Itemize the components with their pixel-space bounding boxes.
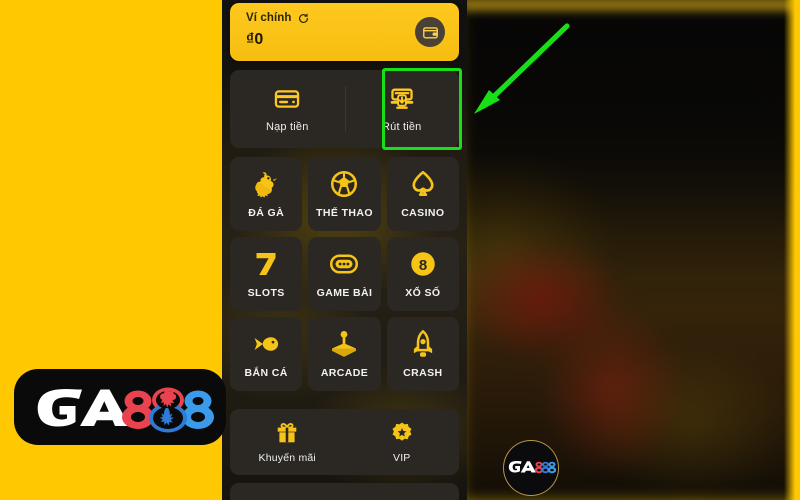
seven-icon xyxy=(256,253,276,275)
svg-text:8: 8 xyxy=(419,257,427,274)
game-tile-xo-so[interactable]: 8 XỔ SỐ xyxy=(386,237,459,311)
game-label: CASINO xyxy=(401,207,445,219)
card-table-icon xyxy=(330,254,359,274)
money-actions-card: Nạp tiền Rút tiền xyxy=(230,70,459,148)
promo-label: Khuyến mãi xyxy=(258,451,316,464)
game-tile-game-bai[interactable]: GAME BÀI xyxy=(308,237,381,311)
game-label: THỂ THAO xyxy=(316,207,373,219)
wallet-icon xyxy=(422,26,438,38)
game-tile-slots[interactable]: SLOTS xyxy=(230,237,303,311)
vip-badge-icon xyxy=(392,422,412,441)
game-tile-arcade[interactable]: ARCADE xyxy=(308,317,381,391)
wallet-icon-button[interactable] xyxy=(415,17,445,47)
deposit-label: Nạp tiền xyxy=(265,120,309,133)
game-label: GAME BÀI xyxy=(316,287,373,299)
wallet-label: Ví chính xyxy=(246,12,292,24)
promo-button-khuyen-mai[interactable]: Khuyến mãi xyxy=(230,409,345,475)
screenshot-stage: Ví chính ₫0 Nạp tiền Rút tiền ĐÁ GÀ THỂ … xyxy=(0,0,800,500)
promo-card: Khuyến mãi VIP xyxy=(230,409,459,475)
wallet-label-row: Ví chính xyxy=(246,12,309,24)
soccer-ball-icon xyxy=(331,171,358,197)
gift-icon xyxy=(277,422,297,442)
game-label: XỔ SỐ xyxy=(405,287,441,299)
rooster-icon xyxy=(255,172,278,198)
game-category-grid: ĐÁ GÀ THỂ THAO CASINO SLOTS GAME BÀI 8 X… xyxy=(230,157,459,391)
game-label: ARCADE xyxy=(320,367,369,379)
fish-icon xyxy=(254,337,279,351)
withdraw-atm-icon xyxy=(390,88,414,109)
wallet-amount: ₫0 xyxy=(246,31,264,48)
game-label: SLOTS xyxy=(247,287,285,299)
brand-logo xyxy=(14,369,226,445)
partial-card-below[interactable] xyxy=(230,483,459,500)
watermark-logo xyxy=(503,440,559,496)
watermark-ga888-icon xyxy=(508,461,556,474)
deposit-card-icon xyxy=(275,89,300,108)
withdraw-label: Rút tiền xyxy=(381,120,422,133)
game-tile-casino[interactable]: CASINO xyxy=(386,157,459,231)
game-tile-ban-ca[interactable]: BẮN CÁ xyxy=(230,317,303,391)
wallet-card: Ví chính ₫0 xyxy=(230,3,459,61)
game-label: BẮN CÁ xyxy=(244,367,288,379)
ga888-logo-icon xyxy=(37,387,214,433)
promo-button-vip[interactable]: VIP xyxy=(345,409,460,475)
game-tile-da-ga[interactable]: ĐÁ GÀ xyxy=(230,157,303,231)
phone-screenshot-panel: Ví chính ₫0 Nạp tiền Rút tiền ĐÁ GÀ THỂ … xyxy=(222,0,467,500)
withdraw-button[interactable]: Rút tiền xyxy=(345,70,460,148)
background-right-fade xyxy=(784,0,800,500)
game-tile-crash[interactable]: CRASH xyxy=(386,317,459,391)
game-tile-the-thao[interactable]: THỂ THAO xyxy=(308,157,381,231)
spade-icon xyxy=(412,170,434,196)
game-label: CRASH xyxy=(403,367,443,379)
deposit-button[interactable]: Nạp tiền xyxy=(230,70,345,148)
promo-label: VIP xyxy=(392,451,411,464)
rocket-icon xyxy=(413,330,432,357)
lottery-ball-8-icon: 8 xyxy=(411,252,435,276)
game-label: ĐÁ GÀ xyxy=(248,207,285,219)
joystick-icon xyxy=(332,331,357,357)
green-arrow-icon xyxy=(474,23,570,114)
refresh-icon[interactable] xyxy=(298,13,309,24)
